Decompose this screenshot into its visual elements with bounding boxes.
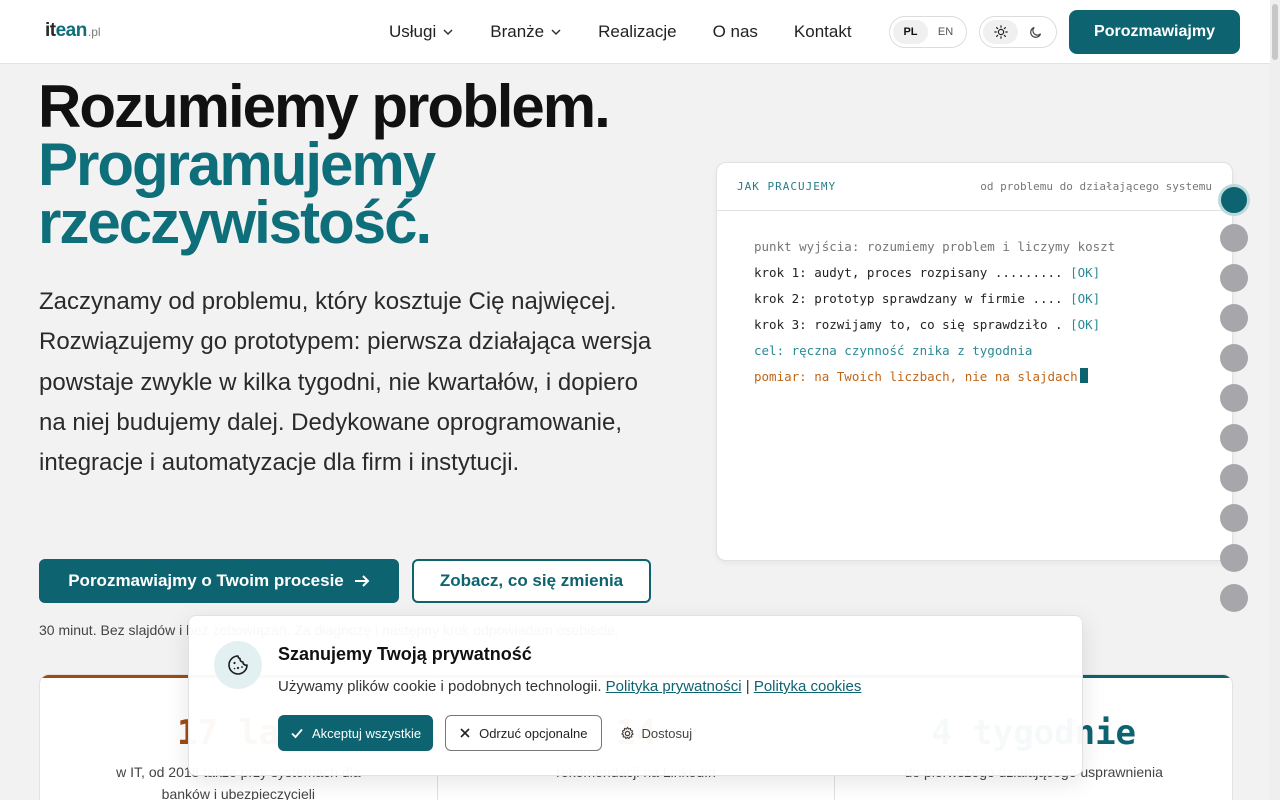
- nav-item-label: Realizacje: [598, 22, 677, 41]
- section-dot[interactable]: [1220, 224, 1248, 252]
- logo-part-ean: ean: [55, 20, 88, 41]
- page-scrollbar[interactable]: [1270, 0, 1280, 800]
- chevron-down-icon: [551, 29, 561, 36]
- button-label: Porozmawiajmy o Twoim procesie: [68, 571, 344, 590]
- customize-button[interactable]: Dostosuj: [614, 715, 699, 751]
- section-dot[interactable]: [1220, 304, 1248, 332]
- cookie-icon: [228, 655, 248, 675]
- theme-switcher: [979, 16, 1057, 48]
- hero-title-line-2: Programujemy: [38, 131, 436, 198]
- step-text: krok 1: audyt, proces rozpisany ........…: [754, 265, 1063, 280]
- nav-item-realizacje[interactable]: Realizacje: [598, 22, 676, 42]
- section-dot[interactable]: [1220, 344, 1248, 372]
- card-subtitle: od problemu do działającego systemu: [980, 180, 1212, 193]
- talk-about-process-button[interactable]: Porozmawiajmy o Twoim procesie: [39, 559, 399, 603]
- card-header: JAK PRACUJEMY od problemu do działająceg…: [717, 163, 1232, 211]
- cookie-text: Używamy plików cookie i podobnych techno…: [278, 678, 861, 695]
- light-theme-button[interactable]: [983, 20, 1018, 44]
- gear-icon: [620, 726, 634, 739]
- check-icon: [291, 728, 303, 739]
- hero-title: Rozumiemy problem. Programujemy rzeczywi…: [38, 73, 678, 256]
- terminal-body: punkt wyjścia: rozumiemy problem i liczy…: [717, 211, 1232, 413]
- cookie-text-body: Używamy plików cookie i podobnych techno…: [278, 678, 602, 695]
- hero-title-line-3: rzeczywistość.: [38, 189, 432, 256]
- step-text: krok 3: rozwijamy to, co się sprawdziło …: [754, 317, 1063, 332]
- sun-icon: [993, 25, 1008, 39]
- section-dots-nav: [1218, 184, 1250, 624]
- status-ok: [OK]: [1070, 265, 1101, 280]
- terminal-line: krok 3: rozwijamy to, co się sprawdziło …: [754, 312, 1195, 338]
- section-dot[interactable]: [1220, 544, 1248, 572]
- nav-item-uslugi[interactable]: Usługi: [389, 22, 454, 42]
- lang-en-button[interactable]: EN: [928, 20, 963, 44]
- how-we-work-card: JAK PRACUJEMY od problemu do działająceg…: [716, 162, 1233, 561]
- moon-icon: [1029, 26, 1041, 38]
- nav-item-branze[interactable]: Branże: [490, 22, 562, 42]
- section-dot[interactable]: [1220, 424, 1248, 452]
- cookie-policy-link[interactable]: Polityka cookies: [754, 678, 862, 695]
- logo-suffix: .pl: [87, 25, 101, 39]
- measure-text: pomiar: na Twoich liczbach, nie na slajd…: [754, 369, 1078, 384]
- cookie-banner: Szanujemy Twoją prywatność Używamy plikó…: [188, 615, 1083, 776]
- nav-item-label: Kontakt: [793, 22, 852, 41]
- nav-item-label: Branże: [490, 22, 545, 41]
- arrow-right-icon: [354, 575, 370, 587]
- terminal-line: krok 1: audyt, proces rozpisany ........…: [754, 260, 1195, 286]
- see-what-changes-button[interactable]: Zobacz, co się zmienia: [412, 559, 651, 603]
- header-cta-button[interactable]: Porozmawiajmy: [1069, 10, 1240, 54]
- logo-part-it: it: [45, 20, 56, 41]
- main-nav: Usługi Branże Realizacje O nas Kontakt: [389, 0, 852, 64]
- step-text: krok 2: prototyp sprawdzany w firmie ...…: [754, 291, 1063, 306]
- terminal-line: krok 2: prototyp sprawdzany w firmie ...…: [754, 286, 1195, 312]
- section-dot[interactable]: [1220, 464, 1248, 492]
- terminal-line: punkt wyjścia: rozumiemy problem i liczy…: [754, 239, 1116, 254]
- nav-item-kontakt[interactable]: Kontakt: [794, 22, 852, 42]
- terminal-line-measure: pomiar: na Twoich liczbach, nie na slajd…: [754, 364, 1195, 390]
- terminal-cursor: [1079, 368, 1088, 383]
- terminal-line-goal: cel: ręczna czynność znika z tygodnia: [754, 343, 1033, 358]
- chevron-down-icon: [443, 29, 453, 36]
- reject-optional-button[interactable]: Odrzuć opcjonalne: [445, 715, 602, 751]
- privacy-policy-link[interactable]: Polityka prywatności: [606, 678, 742, 695]
- scrollbar-thumb[interactable]: [1272, 4, 1278, 60]
- button-label: Dostosuj: [641, 725, 693, 741]
- nav-item-label: Usługi: [389, 22, 437, 41]
- logo[interactable]: itean .pl: [45, 20, 101, 44]
- section-dot[interactable]: [1220, 384, 1248, 412]
- dark-theme-button[interactable]: [1018, 20, 1053, 44]
- status-ok: [OK]: [1070, 291, 1101, 306]
- card-title: JAK PRACUJEMY: [737, 180, 837, 193]
- section-dot[interactable]: [1218, 184, 1250, 216]
- section-dot[interactable]: [1220, 264, 1248, 292]
- section-dot[interactable]: [1220, 504, 1248, 532]
- button-label: Akceptuj wszystkie: [312, 725, 422, 741]
- close-icon: [460, 728, 470, 738]
- hero-title-line-1: Rozumiemy problem.: [38, 73, 611, 140]
- nav-item-label: O nas: [712, 22, 758, 41]
- link-separator: |: [745, 678, 750, 695]
- hero-lead: Zaczynamy od problemu, który kosztuje Ci…: [39, 288, 652, 477]
- status-ok: [OK]: [1070, 317, 1101, 332]
- button-label: Odrzuć opcjonalne: [479, 725, 588, 741]
- language-switcher: PL EN: [889, 16, 967, 48]
- accept-all-button[interactable]: Akceptuj wszystkie: [278, 715, 434, 751]
- lang-pl-button[interactable]: PL: [893, 20, 928, 44]
- nav-item-o-nas[interactable]: O nas: [713, 22, 758, 42]
- cookie-actions: Akceptuj wszystkie Odrzuć opcjonalne Dos…: [278, 715, 698, 751]
- cookie-badge: [214, 641, 262, 689]
- section-dot[interactable]: [1220, 584, 1248, 612]
- cookie-title: Szanujemy Twoją prywatność: [278, 644, 532, 664]
- site-header: itean .pl Usługi Branże Realizacje O nas …: [0, 0, 1280, 64]
